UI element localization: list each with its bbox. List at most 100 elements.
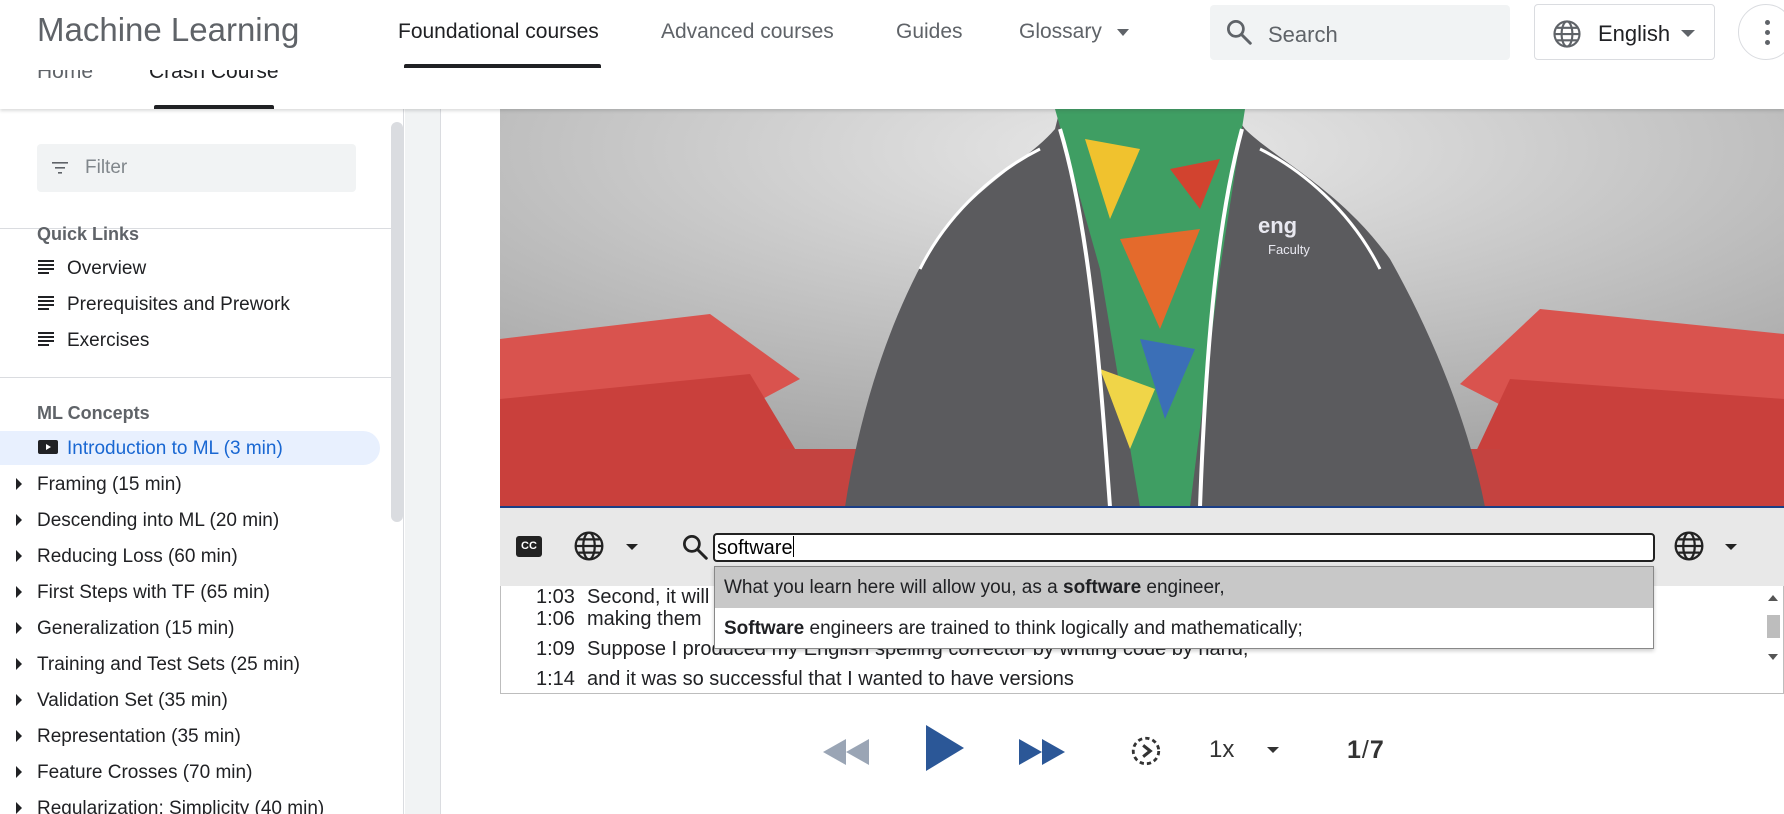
sidebar-item-label: Overview — [67, 258, 147, 279]
expand-arrow-icon[interactable] — [16, 730, 22, 742]
transcript-search-input[interactable]: software — [713, 533, 1655, 562]
sidebar-item-reducing-loss[interactable]: Reducing Loss (60 min) — [0, 539, 380, 573]
sidebar-item-exercises[interactable]: Exercises — [0, 323, 380, 357]
sidebar-item-introduction-to-ml[interactable]: Introduction to ML (3 min) — [0, 431, 380, 465]
closed-captions-icon[interactable]: CC — [516, 536, 542, 557]
transcript-text: Second, it will — [587, 586, 710, 608]
transcript-timestamp[interactable]: 1:14 — [536, 668, 587, 691]
sidebar-item-validation-set[interactable]: Validation Set (35 min) — [0, 683, 380, 717]
expand-arrow-icon[interactable] — [16, 658, 22, 670]
transcript-line[interactable]: 1:06 making them — [536, 608, 702, 631]
active-tab-indicator — [404, 64, 601, 68]
transcript-text: making them — [587, 608, 702, 630]
top-navigation-bar: Machine Learning Foundational courses Ad… — [0, 0, 1784, 70]
search-input[interactable]: Search — [1210, 5, 1510, 60]
chevron-down-icon[interactable] — [626, 544, 638, 550]
sidebar-item-feature-crosses[interactable]: Feature Crosses (70 min) — [0, 755, 380, 789]
tab-guides[interactable]: Guides — [896, 20, 963, 44]
speed-label[interactable]: 1x — [1209, 736, 1234, 764]
expand-arrow-icon[interactable] — [16, 766, 22, 778]
chevron-down-icon[interactable] — [1725, 544, 1737, 550]
sidebar-item-label: Representation (35 min) — [37, 726, 241, 747]
presenter-video-image: eng Faculty — [500, 109, 1784, 507]
rewind-icon[interactable] — [821, 737, 871, 772]
scroll-thumb[interactable] — [1767, 615, 1780, 638]
ml-concepts-heading: ML Concepts — [37, 403, 150, 423]
suggestion-match: Software — [724, 618, 805, 639]
sidebar-item-generalization[interactable]: Generalization (15 min) — [0, 611, 380, 645]
transcript-line[interactable]: 1:03 Second, it will — [536, 586, 709, 609]
suggestion-item[interactable]: Software engineers are trained to think … — [715, 608, 1653, 649]
sidebar-item-label: Introduction to ML (3 min) — [67, 438, 283, 459]
suggestion-match: software — [1063, 577, 1142, 598]
sidebar: Filter Quick Links Overview Prerequisite… — [0, 109, 404, 814]
transcript-timestamp[interactable]: 1:06 — [536, 608, 587, 631]
tab-glossary[interactable]: Glossary — [1019, 20, 1102, 44]
suggestion-text: engineers are trained to think logically… — [804, 618, 1303, 639]
globe-icon[interactable] — [1673, 530, 1705, 567]
site-title[interactable]: Machine Learning — [37, 11, 299, 49]
expand-arrow-icon[interactable] — [16, 586, 22, 598]
search-icon — [1224, 17, 1254, 52]
sidebar-item-label: Feature Crosses (70 min) — [37, 762, 253, 783]
sidebar-item-label: Regularization: Simplicity (40 min) — [37, 798, 325, 814]
scroll-down-icon[interactable] — [1768, 654, 1778, 660]
sidebar-item-representation[interactable]: Representation (35 min) — [0, 719, 380, 753]
language-selector[interactable]: English — [1534, 4, 1715, 60]
chevron-down-icon[interactable] — [1267, 747, 1279, 753]
subnav-home[interactable]: Home — [37, 70, 93, 84]
content-gutter — [405, 109, 440, 814]
filter-placeholder: Filter — [85, 157, 128, 178]
sidebar-item-training-and-test-sets[interactable]: Training and Test Sets (25 min) — [0, 647, 380, 681]
globe-icon[interactable] — [573, 530, 605, 567]
sidebar-item-label: Prerequisites and Prework — [67, 294, 290, 315]
sidebar-item-first-steps-with-tf[interactable]: First Steps with TF (65 min) — [0, 575, 380, 609]
divider — [0, 377, 392, 378]
expand-arrow-icon[interactable] — [16, 478, 22, 490]
play-icon[interactable] — [924, 723, 966, 778]
chevron-down-icon[interactable] — [1117, 29, 1129, 36]
expand-arrow-icon[interactable] — [16, 514, 22, 526]
tab-foundational-courses[interactable]: Foundational courses — [398, 20, 599, 44]
filter-input[interactable]: Filter — [37, 144, 356, 192]
expand-arrow-icon[interactable] — [16, 550, 22, 562]
search-suggestions-dropdown: What you learn here will allow you, as a… — [714, 566, 1654, 649]
search-placeholder: Search — [1268, 22, 1338, 47]
transcript-scrollbar[interactable] — [1763, 586, 1783, 693]
sidebar-item-descending-into-ml[interactable]: Descending into ML (20 min) — [0, 503, 380, 537]
expand-arrow-icon[interactable] — [16, 694, 22, 706]
article-icon — [38, 260, 54, 279]
search-icon — [680, 532, 710, 567]
jacket-logo-subtext: Faculty — [1268, 242, 1310, 257]
video-frame[interactable]: eng Faculty — [500, 109, 1784, 507]
expand-arrow-icon[interactable] — [16, 622, 22, 634]
article-icon — [38, 296, 54, 315]
suggestion-item[interactable]: What you learn here will allow you, as a… — [715, 567, 1653, 608]
scroll-up-icon[interactable] — [1768, 595, 1778, 601]
more-options-button[interactable] — [1738, 4, 1784, 60]
globe-icon — [1552, 19, 1582, 54]
sidebar-item-overview[interactable]: Overview — [0, 251, 380, 285]
sidebar-item-framing[interactable]: Framing (15 min) — [0, 467, 380, 501]
sidebar-scrollbar[interactable] — [391, 122, 403, 522]
transcript-timestamp[interactable]: 1:03 — [536, 586, 587, 609]
sidebar-item-label: Exercises — [67, 330, 150, 351]
transcript-line[interactable]: 1:14 and it was so successful that I want… — [536, 668, 1074, 691]
page-separator: / — [1361, 736, 1369, 764]
sidebar-item-label: Validation Set (35 min) — [37, 690, 228, 711]
suggestion-text: What you learn here will allow you, as a — [724, 577, 1063, 598]
transcript-text: and it was so successful that I wanted t… — [587, 668, 1074, 690]
video-icon — [38, 440, 58, 459]
tab-advanced-courses[interactable]: Advanced courses — [661, 20, 834, 44]
subnav-crash-course[interactable]: Crash Course — [149, 70, 279, 84]
quick-links-heading: Quick Links — [37, 224, 140, 244]
expand-arrow-icon[interactable] — [16, 802, 22, 814]
sidebar-item-label: First Steps with TF (65 min) — [37, 582, 270, 603]
sidebar-item-label: Training and Test Sets (25 min) — [37, 654, 300, 675]
transcript-timestamp[interactable]: 1:09 — [536, 638, 587, 661]
sidebar-item-prerequisites[interactable]: Prerequisites and Prework — [0, 287, 380, 321]
language-label: English — [1598, 21, 1671, 46]
fast-forward-icon[interactable] — [1017, 737, 1067, 772]
replay-icon[interactable] — [1129, 734, 1163, 773]
sidebar-item-regularization-simplicity[interactable]: Regularization: Simplicity (40 min) — [0, 791, 380, 814]
